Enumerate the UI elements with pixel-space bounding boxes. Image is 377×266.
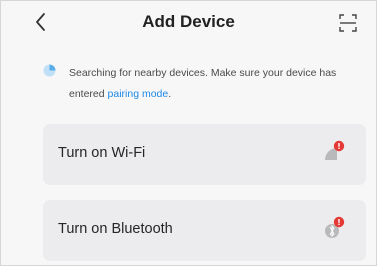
scan-button[interactable] [338,12,358,34]
pairing-mode-link[interactable]: pairing mode [108,88,169,100]
add-device-screen: Add Device Searching for nearby devices.… [0,0,377,266]
scan-frame-icon [339,14,357,32]
turn-on-wifi-item[interactable]: Turn on Wi-Fi [43,124,366,185]
turn-on-bluetooth-item[interactable]: Turn on Bluetooth [43,200,366,261]
notice-text: Searching for nearby devices. Make sure … [69,63,363,105]
bluetooth-item-label: Turn on Bluetooth [58,221,173,237]
searching-indicator-icon [43,64,56,77]
header: Add Device [1,1,376,45]
wifi-off-alert-icon [325,140,345,160]
bluetooth-off-alert-icon [325,216,345,238]
page-title: Add Device [142,12,235,31]
wifi-item-label: Turn on Wi-Fi [58,145,146,161]
notice-text-after: . [168,88,172,100]
